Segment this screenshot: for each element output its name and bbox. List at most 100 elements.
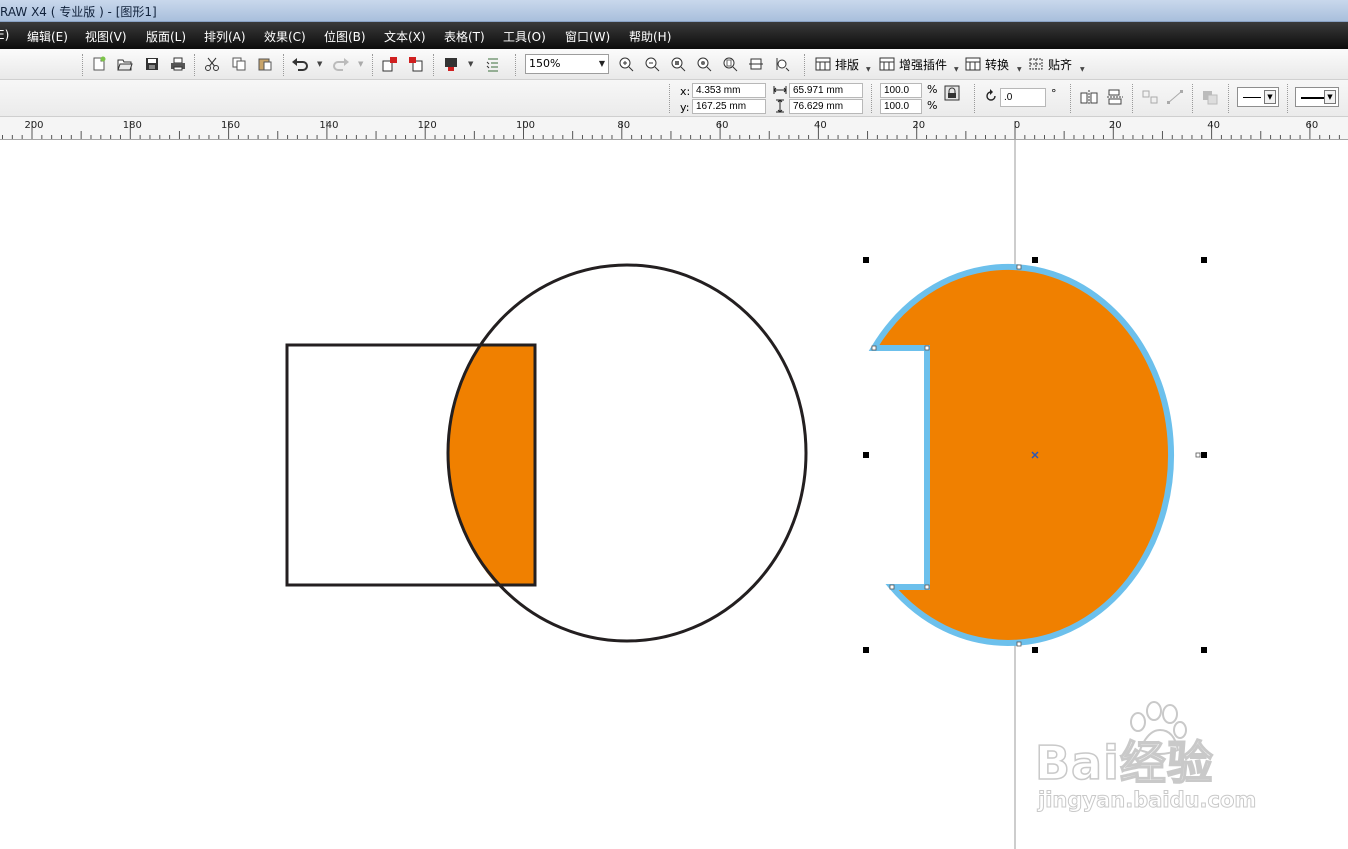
title-bar: RAW X4 ( 专业版 ) - [图形1] xyxy=(0,0,1348,22)
toolbar-separator xyxy=(283,54,284,76)
mirror-vertical-icon[interactable] xyxy=(1106,89,1124,108)
copy-icon[interactable] xyxy=(229,54,249,74)
toolbar-separator xyxy=(669,84,670,113)
zoom-selected-icon[interactable] xyxy=(668,54,688,74)
rotation-field[interactable]: .0 xyxy=(1000,88,1046,107)
drawing-canvas[interactable]: Bai经验 jingyan.baidu.com xyxy=(0,140,1348,849)
save-icon[interactable] xyxy=(142,54,162,74)
y-position-label: y: xyxy=(680,101,690,114)
zoom-page-icon[interactable] xyxy=(720,54,740,74)
menu-effects[interactable]: 效果(C) xyxy=(264,28,306,45)
toolbar-separator xyxy=(194,54,195,76)
plugin-icon xyxy=(879,57,895,71)
toolbar-separator xyxy=(1192,84,1193,113)
toolbar-separator xyxy=(1287,84,1288,113)
enhance-plugin-button[interactable]: 增强插件 xyxy=(879,55,947,73)
ruler-label: 20 xyxy=(912,120,925,131)
convert-to-curves-icon[interactable] xyxy=(1201,89,1219,108)
snap-button[interactable]: 贴齐 xyxy=(1028,55,1072,73)
ruler-label: 60 xyxy=(716,120,729,131)
cut-icon[interactable] xyxy=(202,54,222,74)
print-icon[interactable] xyxy=(168,54,188,74)
launcher-dropdown-icon[interactable]: ▼ xyxy=(468,60,473,68)
outline-style-selector[interactable]: ▼ xyxy=(1295,87,1339,107)
ruler-label: 40 xyxy=(814,120,827,131)
ruler-label: 120 xyxy=(418,120,437,131)
zoom-level-combo[interactable]: 150% ▼ xyxy=(525,54,609,74)
trimmed-shape[interactable] xyxy=(868,263,1175,646)
rotation-degree-unit: ° xyxy=(1051,87,1057,100)
menu-bar: E) 编辑(E) 视图(V) 版面(L) 排列(A) 效果(C) 位图(B) 文… xyxy=(0,22,1348,49)
toolbar-separator xyxy=(82,54,83,76)
menu-tools[interactable]: 工具(O) xyxy=(503,28,546,45)
menu-bitmaps[interactable]: 位图(B) xyxy=(324,28,366,45)
toolbar-separator xyxy=(1228,84,1229,113)
snap-dropdown-icon[interactable]: ▼ xyxy=(1080,66,1085,73)
zoom-all-icon[interactable] xyxy=(694,54,714,74)
menu-edit[interactable]: 编辑(E) xyxy=(27,28,68,45)
line-preview xyxy=(1301,97,1325,99)
ruler-label: 140 xyxy=(319,120,338,131)
watermark-brand: Bai经验 xyxy=(1034,735,1214,791)
width-field[interactable]: 65.971 mm xyxy=(789,83,863,98)
ruler-label: 160 xyxy=(221,120,240,131)
watermark-url: jingyan.baidu.com xyxy=(1037,788,1257,813)
toolbar-separator xyxy=(433,54,434,76)
zoom-width-icon[interactable] xyxy=(746,54,766,74)
enhance-plugin-label: 增强插件 xyxy=(899,57,948,72)
layout-plugin-button[interactable]: 排版 xyxy=(815,55,859,73)
new-icon[interactable] xyxy=(89,54,109,74)
zoom-in-icon[interactable] xyxy=(616,54,636,74)
ruler-label: 100 xyxy=(516,120,535,131)
convert-dropdown-icon[interactable]: ▼ xyxy=(1017,66,1022,73)
chevron-down-icon: ▼ xyxy=(1324,90,1336,104)
ruler-label: 80 xyxy=(617,120,630,131)
menu-arrange[interactable]: 排列(A) xyxy=(204,28,246,45)
x-position-label: x: xyxy=(680,85,691,98)
import-icon[interactable] xyxy=(380,54,400,74)
ruler-label: 20 xyxy=(1109,120,1122,131)
combine-icon[interactable] xyxy=(1141,89,1159,108)
layout-icon xyxy=(815,57,831,71)
zoom-out-icon[interactable] xyxy=(642,54,662,74)
start-arrowhead-selector[interactable]: ▼ xyxy=(1237,87,1279,107)
snap-label: 贴齐 xyxy=(1048,57,1073,72)
horizontal-ruler[interactable]: 200 180 160 140 120 100 80 60 40 20 0 20 40 60 xyxy=(0,117,1348,140)
undo-icon[interactable] xyxy=(290,54,310,74)
break-apart-icon[interactable] xyxy=(1166,89,1184,108)
toolbar-separator xyxy=(974,84,975,113)
menu-table[interactable]: 表格(T) xyxy=(444,28,485,45)
baidu-watermark: Bai经验 jingyan.baidu.com xyxy=(1030,700,1290,830)
scale-x-field[interactable]: 100.0 xyxy=(880,83,922,98)
menu-help[interactable]: 帮助(H) xyxy=(629,28,671,45)
mirror-horizontal-icon[interactable] xyxy=(1080,89,1098,108)
enhance-plugin-dropdown-icon[interactable]: ▼ xyxy=(954,66,959,73)
layout-dropdown-icon[interactable]: ▼ xyxy=(866,66,871,73)
lock-ratio-icon[interactable] xyxy=(944,85,960,104)
undo-dropdown-icon[interactable]: ▼ xyxy=(317,60,322,68)
menu-text[interactable]: 文本(X) xyxy=(384,28,426,45)
scale-y-field[interactable]: 100.0 xyxy=(880,99,922,114)
menu-file-partial[interactable]: E) xyxy=(0,28,9,42)
export-icon[interactable] xyxy=(406,54,426,74)
ruler-label: 60 xyxy=(1306,120,1319,131)
menu-view[interactable]: 视图(V) xyxy=(85,28,127,45)
open-icon[interactable] xyxy=(115,54,135,74)
redo-dropdown-icon[interactable]: ▼ xyxy=(358,60,363,68)
application-launcher-icon[interactable] xyxy=(441,54,461,74)
height-icon xyxy=(775,99,785,116)
scale-x-unit: % xyxy=(927,83,938,96)
rotation-icon xyxy=(984,89,998,106)
convert-button[interactable]: 转换 xyxy=(965,55,1009,73)
y-position-field[interactable]: 167.25 mm xyxy=(692,99,766,114)
height-field[interactable]: 76.629 mm xyxy=(789,99,863,114)
layout-label: 排版 xyxy=(835,57,860,72)
x-position-field[interactable]: 4.353 mm xyxy=(692,83,766,98)
paste-icon[interactable] xyxy=(255,54,275,74)
toolbar-separator xyxy=(515,54,516,76)
menu-layout[interactable]: 版面(L) xyxy=(146,28,186,45)
menu-window[interactable]: 窗口(W) xyxy=(565,28,610,45)
zoom-height-icon[interactable] xyxy=(772,54,792,74)
redo-icon[interactable] xyxy=(331,54,351,74)
welcome-screen-icon[interactable] xyxy=(483,54,503,74)
